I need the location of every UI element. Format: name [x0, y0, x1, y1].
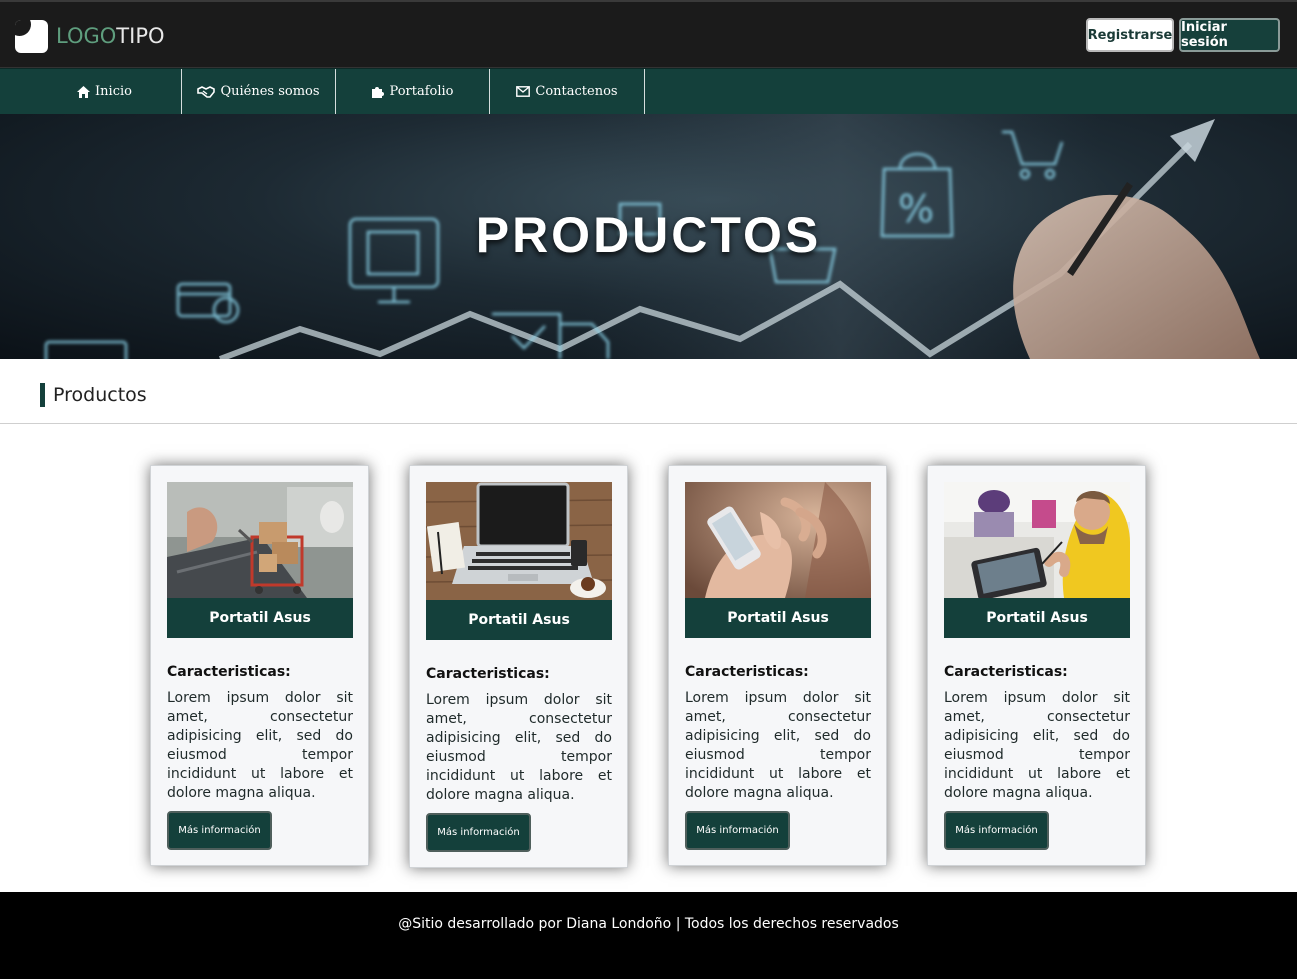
more-info-button[interactable]: Más información	[426, 813, 531, 852]
product-image	[426, 482, 612, 600]
section-accent-bar	[40, 383, 45, 407]
product-description: Lorem ipsum dolor sit amet, consectetur …	[426, 692, 612, 803]
logo-mark-icon	[15, 19, 48, 53]
hero-title: PRODUCTOS	[475, 207, 822, 263]
product-description: Lorem ipsum dolor sit amet, consectetur …	[167, 690, 353, 801]
logo-text-part1: LOGO	[56, 24, 117, 48]
top-header: LOGOTIPO Registrarse Iniciar sesión	[0, 0, 1297, 68]
product-title: Portatil Asus	[944, 598, 1130, 638]
more-info-button[interactable]: Más información	[685, 811, 790, 850]
handshake-icon	[197, 85, 216, 98]
register-button[interactable]: Registrarse	[1086, 18, 1174, 52]
puzzle-icon	[371, 85, 385, 98]
logo[interactable]: LOGOTIPO	[15, 18, 165, 54]
product-title: Portatil Asus	[426, 600, 612, 640]
nav-item-inicio[interactable]: Inicio	[28, 69, 182, 114]
footer: @Sitio desarrollado por Diana Londoño | …	[0, 892, 1297, 979]
envelope-icon	[516, 86, 531, 97]
product-card: Portatil Asus Caracteristicas: Lorem ips…	[409, 465, 628, 868]
product-subtitle: Caracteristicas:	[685, 664, 809, 680]
hero-banner: % PRODUCTOS	[0, 114, 1297, 359]
footer-text: @Sitio desarrollado por Diana Londoño | …	[398, 916, 899, 932]
nav-item-label: Contactenos	[535, 84, 618, 99]
product-image	[685, 482, 871, 598]
nav-item-contactenos[interactable]: Contactenos	[490, 69, 645, 114]
product-description: Lorem ipsum dolor sit amet, consectetur …	[685, 690, 871, 801]
product-subtitle: Caracteristicas:	[944, 664, 1068, 680]
nav-item-quienes-somos[interactable]: Quiénes somos	[182, 69, 336, 114]
product-card: Portatil Asus Caracteristicas: Lorem ips…	[927, 465, 1146, 866]
more-info-button[interactable]: Más información	[167, 811, 272, 850]
nav-item-label: Portafolio	[389, 84, 454, 99]
product-title: Portatil Asus	[685, 598, 871, 638]
nav-item-label: Quiénes somos	[220, 84, 320, 99]
main-nav: Inicio Quiénes somos Portafolio Contacte…	[0, 68, 1297, 114]
home-icon	[77, 85, 91, 98]
product-card: Portatil Asus Caracteristicas: Lorem ips…	[668, 465, 887, 866]
nav-item-label: Inicio	[95, 84, 132, 99]
product-subtitle: Caracteristicas:	[167, 664, 291, 680]
product-image	[944, 482, 1130, 598]
product-title: Portatil Asus	[167, 598, 353, 638]
section-header: Productos	[0, 359, 1297, 424]
product-description: Lorem ipsum dolor sit amet, consectetur …	[944, 690, 1130, 801]
nav-item-portafolio[interactable]: Portafolio	[336, 69, 490, 114]
product-image	[167, 482, 353, 598]
product-subtitle: Caracteristicas:	[426, 666, 550, 682]
login-button[interactable]: Iniciar sesión	[1179, 18, 1280, 52]
logo-text-part2: TIPO	[116, 24, 165, 48]
product-card: Portatil Asus Caracteristicas: Lorem ips…	[150, 465, 369, 866]
more-info-button[interactable]: Más información	[944, 811, 1049, 850]
section-title: Productos	[53, 384, 147, 406]
logo-text: LOGOTIPO	[56, 24, 165, 48]
